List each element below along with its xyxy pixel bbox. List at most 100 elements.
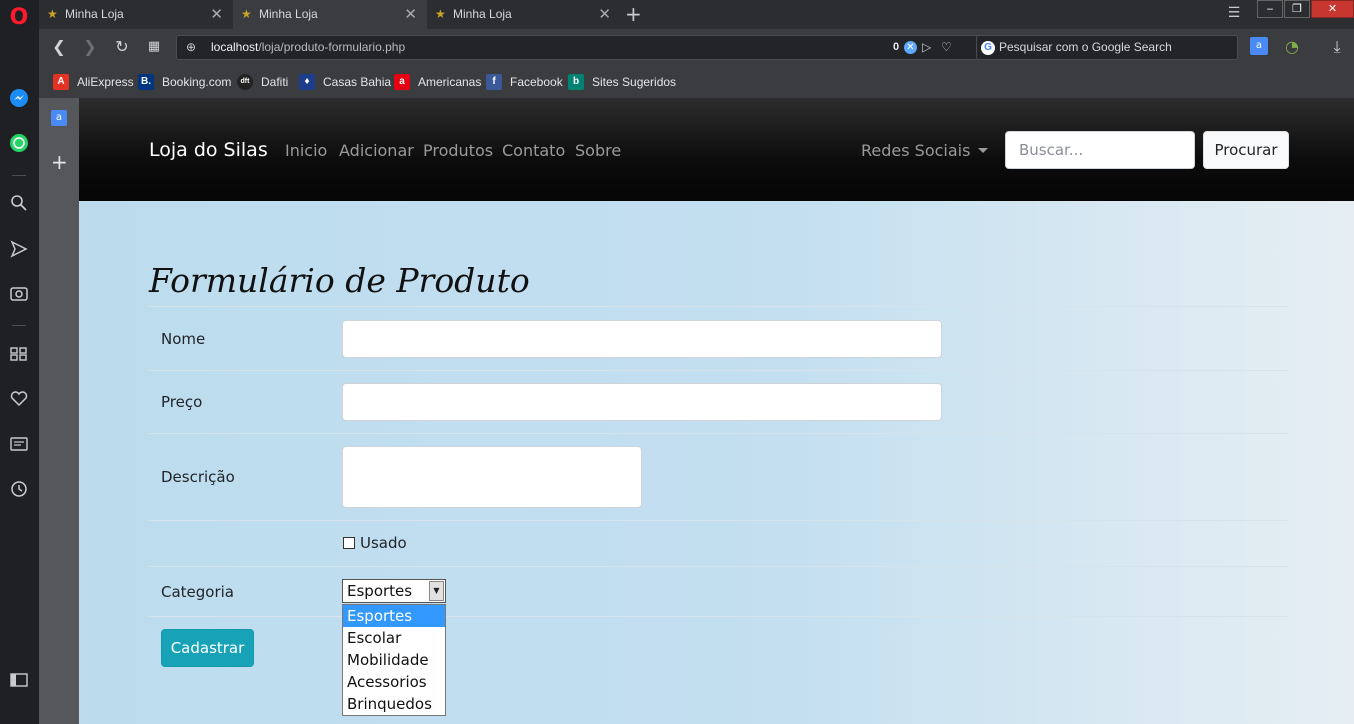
- bookmark-sites-sugeridos[interactable]: b Sites Sugeridos: [568, 73, 676, 91]
- minimize-button[interactable]: ‒: [1257, 0, 1283, 18]
- preco-label: Preço: [161, 393, 203, 411]
- tab-2[interactable]: ★ Minha Loja ✕: [233, 0, 427, 29]
- bookmark-booking[interactable]: B. Booking.com: [138, 73, 231, 91]
- url-host: localhost: [211, 40, 259, 54]
- bookmark-label: Facebook: [510, 75, 563, 89]
- categoria-selected-value: Esportes: [347, 582, 413, 600]
- close-tab-icon[interactable]: ✕: [598, 0, 611, 29]
- speed-dial-icon[interactable]: [8, 345, 30, 367]
- americanas-icon: a: [394, 74, 410, 90]
- send-page-icon[interactable]: ▷: [922, 36, 931, 59]
- nav-produtos[interactable]: Produtos: [423, 141, 493, 160]
- tab-3[interactable]: ★ Minha Loja ✕: [427, 0, 621, 29]
- cadastrar-button[interactable]: Cadastrar: [161, 629, 254, 667]
- bookmark-label: AliExpress: [77, 75, 134, 89]
- bookmarks-bar: A AliExpress B. Booking.com dft Dafiti ♦ Cas…: [39, 66, 1354, 98]
- add-panel-icon[interactable]: +: [51, 152, 68, 172]
- store-favicon-icon: ★: [47, 7, 58, 21]
- bookmark-facebook[interactable]: f Facebook: [486, 73, 563, 91]
- bookmark-aliexpress[interactable]: A AliExpress: [53, 73, 134, 91]
- download-icon[interactable]: ⤓: [1327, 37, 1347, 57]
- chevron-down-icon[interactable]: ▼: [429, 581, 444, 601]
- divider: [149, 433, 1289, 434]
- history-icon[interactable]: [8, 480, 30, 502]
- new-tab-button[interactable]: +: [625, 0, 645, 29]
- site-brand[interactable]: Loja do Silas: [149, 139, 268, 161]
- forward-icon[interactable]: ❯: [80, 37, 100, 57]
- casas-bahia-icon: ♦: [299, 74, 315, 90]
- bookmark-casas-bahia[interactable]: ♦ Casas Bahia: [299, 73, 391, 91]
- divider: [149, 306, 1289, 307]
- divider: [149, 370, 1289, 371]
- nome-label: Nome: [161, 330, 206, 348]
- option-acessorios[interactable]: Acessorios: [343, 671, 445, 693]
- address-bar-row: ❮ ❯ ↻ ▦ ⊕ localhost/loja/produto-formula…: [39, 29, 1354, 66]
- adblock-icon[interactable]: ✕: [904, 41, 917, 54]
- dafiti-icon: dft: [237, 74, 253, 90]
- categoria-options-list: Esportes Escolar Mobilidade Acessorios B…: [342, 604, 446, 716]
- url-field[interactable]: ⊕ localhost/loja/produto-formulario.php …: [176, 35, 1006, 60]
- sidebar-toggle-icon[interactable]: [8, 671, 30, 693]
- nav-sobre[interactable]: Sobre: [575, 141, 621, 160]
- tab-title: Minha Loja: [65, 7, 124, 21]
- descricao-textarea[interactable]: [342, 446, 642, 508]
- google-search-field[interactable]: G Pesquisar com o Google Search: [976, 35, 1238, 60]
- tab-title: Minha Loja: [259, 7, 318, 21]
- option-mobilidade[interactable]: Mobilidade: [343, 649, 445, 671]
- back-icon[interactable]: ❮: [49, 37, 69, 57]
- store-favicon-icon: ★: [241, 7, 252, 21]
- nome-input[interactable]: [342, 320, 942, 358]
- close-window-button[interactable]: ✕: [1311, 0, 1354, 18]
- news-icon[interactable]: [8, 435, 30, 457]
- tab-menu-icon[interactable]: ☰: [1225, 5, 1243, 23]
- search-icon[interactable]: [8, 194, 30, 216]
- bookmark-label: Booking.com: [162, 75, 232, 89]
- opera-logo-icon[interactable]: O: [8, 7, 30, 29]
- divider: [149, 616, 1289, 617]
- send-icon[interactable]: [8, 240, 30, 262]
- option-escolar[interactable]: Escolar: [343, 627, 445, 649]
- translate-panel-icon[interactable]: a: [51, 110, 67, 126]
- heart-icon[interactable]: [8, 390, 30, 412]
- procurar-button[interactable]: Procurar: [1203, 131, 1289, 169]
- option-esportes[interactable]: Esportes: [343, 605, 445, 627]
- reload-icon[interactable]: ↻: [112, 37, 132, 57]
- translate-icon[interactable]: a: [1250, 37, 1268, 55]
- whatsapp-icon[interactable]: [8, 133, 30, 155]
- extension-icon[interactable]: ◔: [1282, 37, 1302, 57]
- tab-grid-icon[interactable]: ▦: [144, 37, 164, 57]
- divider: [149, 520, 1289, 521]
- option-brinquedos[interactable]: Brinquedos: [343, 693, 445, 715]
- divider: [149, 566, 1289, 567]
- camera-icon[interactable]: [8, 284, 30, 306]
- bookmark-heart-icon[interactable]: ♡: [941, 36, 952, 59]
- bookmark-dafiti[interactable]: dft Dafiti: [237, 73, 288, 91]
- site-navbar: Loja do Silas Inicio Adicionar Produtos …: [79, 98, 1354, 201]
- nav-adicionar[interactable]: Adicionar: [339, 141, 414, 160]
- messenger-icon[interactable]: [8, 88, 30, 110]
- descricao-label: Descrição: [161, 468, 235, 486]
- maximize-button[interactable]: ❐: [1284, 0, 1310, 18]
- page-title: Formulário de Produto: [149, 261, 530, 300]
- preco-input[interactable]: [342, 383, 942, 421]
- side-panel-strip: a +: [39, 98, 79, 724]
- usado-label[interactable]: Usado: [360, 534, 407, 552]
- close-tab-icon[interactable]: ✕: [404, 0, 417, 29]
- google-icon: G: [981, 41, 995, 55]
- tracker-count: 0: [893, 41, 900, 53]
- bookmark-americanas[interactable]: a Americanas: [394, 73, 481, 91]
- usado-checkbox[interactable]: [343, 537, 355, 549]
- nav-inicio[interactable]: Inicio: [285, 141, 327, 160]
- search-placeholder: Pesquisar com o Google Search: [999, 40, 1172, 54]
- tab-1[interactable]: ★ Minha Loja ✕: [39, 0, 233, 29]
- site-search-input[interactable]: [1005, 131, 1195, 169]
- close-tab-icon[interactable]: ✕: [210, 0, 223, 29]
- categoria-select[interactable]: Esportes ▼: [342, 579, 446, 603]
- nav-contato[interactable]: Contato: [502, 141, 565, 160]
- bing-icon: b: [568, 74, 584, 90]
- opera-sidebar: O: [0, 0, 39, 724]
- aliexpress-icon: A: [53, 74, 69, 90]
- bookmark-label: Dafiti: [261, 75, 289, 89]
- bookmark-label: Casas Bahia: [323, 75, 392, 89]
- redes-sociais-dropdown[interactable]: Redes Sociais: [861, 141, 988, 160]
